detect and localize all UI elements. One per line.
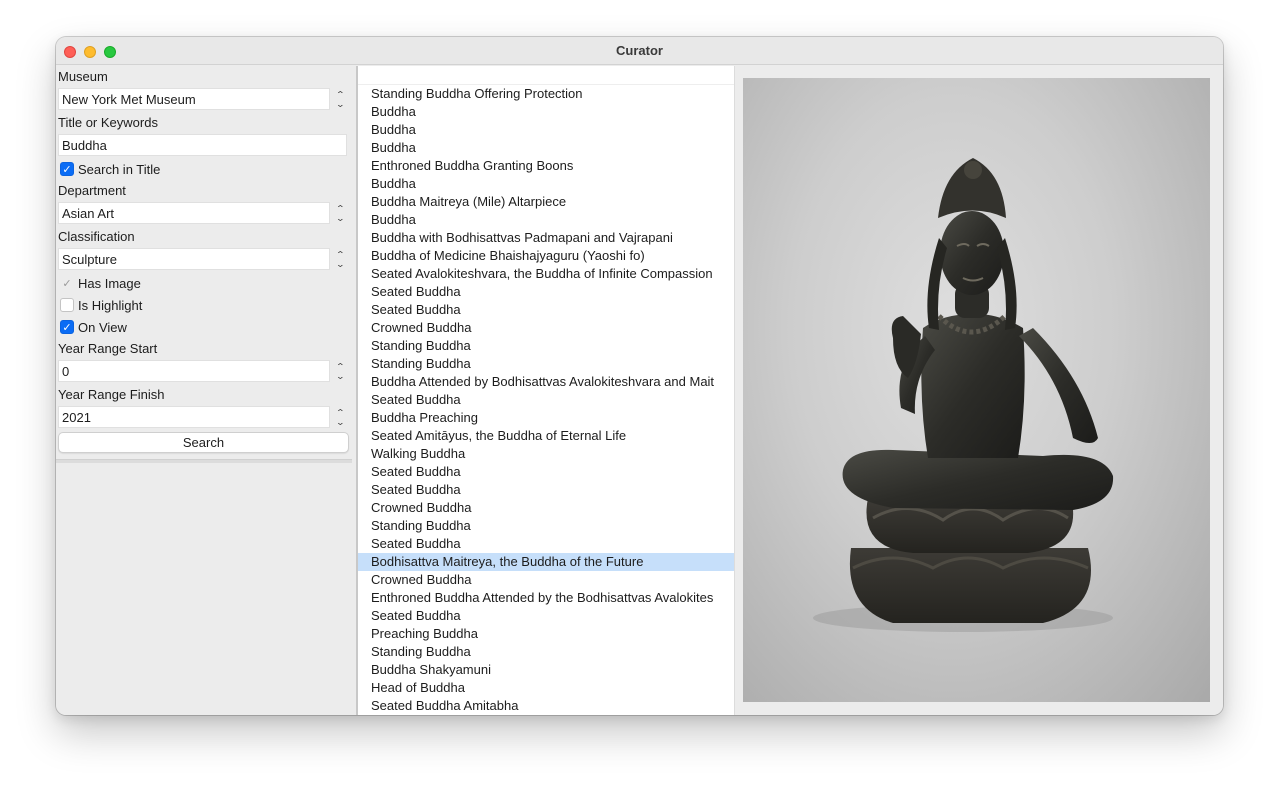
year-finish-input[interactable]: 2021 — [58, 406, 330, 428]
list-item[interactable]: Buddha Preaching — [358, 409, 734, 427]
list-item[interactable]: Buddha Attended by Bodhisattvas Avalokit… — [358, 373, 734, 391]
is-highlight-checkbox[interactable]: Is Highlight — [60, 296, 142, 314]
window-title: Curator — [616, 43, 663, 58]
keywords-label: Title or Keywords — [58, 115, 158, 130]
department-select-arrows-icon[interactable]: ⌃ ⌃ — [333, 202, 348, 224]
results-list[interactable]: Standing Buddha Offering Protection Buddh… — [356, 66, 735, 715]
divider — [56, 459, 352, 463]
list-item[interactable]: Seated Buddha — [358, 535, 734, 553]
list-item[interactable]: Head of Buddha — [358, 679, 734, 697]
list-item[interactable]: Buddha Shakyamuni — [358, 661, 734, 679]
checkmark-icon: ✓ — [62, 277, 72, 290]
list-item[interactable]: Seated Buddha — [358, 391, 734, 409]
department-label: Department — [58, 183, 126, 198]
search-form: Museum New York Met Museum ⌃ ⌃ Title or K… — [56, 66, 356, 715]
list-item[interactable]: Buddha — [358, 139, 734, 157]
list-item[interactable]: Bodhisattva Maitreya, the Buddha of the … — [358, 553, 734, 571]
artwork-image — [743, 78, 1210, 702]
museum-select-arrows-icon[interactable]: ⌃ ⌃ — [333, 88, 348, 110]
is-highlight-label: Is Highlight — [78, 297, 143, 313]
classification-select[interactable]: Sculpture — [58, 248, 330, 270]
list-item[interactable]: Seated Buddha — [358, 301, 734, 319]
list-item[interactable]: Seated Buddha — [358, 283, 734, 301]
year-start-label: Year Range Start — [58, 341, 158, 356]
has-image-label: Has Image — [78, 275, 141, 291]
preview-pane — [735, 66, 1223, 715]
year-start-stepper-icon[interactable]: ⌃ ⌃ — [333, 360, 348, 382]
on-view-checkbox[interactable]: ✓ On View — [60, 318, 127, 336]
list-item[interactable]: Crowned Buddha — [358, 319, 734, 337]
search-button[interactable]: Search — [58, 432, 349, 453]
list-item[interactable]: Seated Avalokiteshvara, the Buddha of In… — [358, 265, 734, 283]
search-in-title-label: Search in Title — [78, 161, 161, 177]
list-item[interactable]: Enthroned Buddha Granting Boons — [358, 157, 734, 175]
list-item[interactable]: Buddha — [358, 121, 734, 139]
classification-select-arrows-icon[interactable]: ⌃ ⌃ — [333, 248, 348, 270]
list-item[interactable]: Buddha — [358, 211, 734, 229]
checkmark-icon[interactable]: ✓ — [60, 320, 74, 334]
list-item[interactable]: Standing Buddha — [358, 517, 734, 535]
list-item[interactable]: Seated Buddha — [358, 463, 734, 481]
classification-label: Classification — [58, 229, 135, 244]
list-header — [358, 66, 734, 85]
department-select[interactable]: Asian Art — [58, 202, 330, 224]
museum-select[interactable]: New York Met Museum — [58, 88, 330, 110]
list-item[interactable]: Buddha with Bodhisattvas Padmapani and V… — [358, 229, 734, 247]
list-item[interactable]: Standing Buddha Offering Protection — [358, 85, 734, 103]
checkmark-icon[interactable]: ✓ — [60, 162, 74, 176]
list-item[interactable]: Standing Buddha — [358, 337, 734, 355]
on-view-label: On View — [78, 319, 127, 335]
list-item[interactable]: Buddha of Medicine Bhaishajyaguru (Yaosh… — [358, 247, 734, 265]
title-bar[interactable]: Curator — [56, 37, 1223, 65]
search-in-title-checkbox[interactable]: ✓ Search in Title — [60, 160, 160, 178]
list-item[interactable]: Standing Buddha — [358, 355, 734, 373]
bronze-bodhisattva-sculpture-icon — [813, 158, 1114, 632]
year-start-input[interactable]: 0 — [58, 360, 330, 382]
has-image-checkbox: ✓ Has Image — [60, 274, 141, 292]
empty-checkbox-icon[interactable] — [60, 298, 74, 312]
list-item[interactable]: Buddha — [358, 175, 734, 193]
list-item[interactable]: Seated Buddha Amitabha — [358, 697, 734, 715]
list-item[interactable]: Walking Buddha — [358, 445, 734, 463]
year-finish-label: Year Range Finish — [58, 387, 165, 402]
list-item[interactable]: Buddha — [358, 103, 734, 121]
museum-label: Museum — [58, 69, 108, 84]
list-item[interactable]: Seated Buddha — [358, 607, 734, 625]
list-item[interactable]: Crowned Buddha — [358, 571, 734, 589]
list-item[interactable]: Seated Amitāyus, the Buddha of Eternal L… — [358, 427, 734, 445]
list-item[interactable]: Crowned Buddha — [358, 499, 734, 517]
list-item[interactable]: Standing Buddha — [358, 643, 734, 661]
list-item[interactable]: Seated Buddha — [358, 481, 734, 499]
list-item[interactable]: Enthroned Buddha Attended by the Bodhisa… — [358, 589, 734, 607]
year-finish-stepper-icon[interactable]: ⌃ ⌃ — [333, 406, 348, 428]
list-item[interactable]: Preaching Buddha — [358, 625, 734, 643]
list-item[interactable]: Buddha Maitreya (Mile) Altarpiece — [358, 193, 734, 211]
keywords-input[interactable]: Buddha — [58, 134, 347, 156]
app-window: Curator Museum New York Met Museum ⌃ ⌃ Ti… — [56, 37, 1223, 715]
